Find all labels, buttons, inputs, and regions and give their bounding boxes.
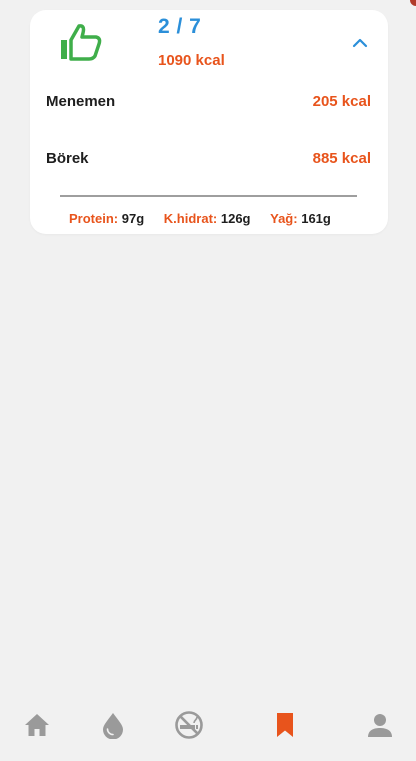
macro-value: 161g: [301, 211, 331, 226]
meal-summary-card: 2 / 7 1090 kcal Menemen 205 kcal Börek 8…: [30, 10, 388, 234]
meal-count: 2 / 7: [158, 15, 202, 38]
meal-name: Börek: [46, 150, 89, 167]
bookmark-icon: [277, 713, 293, 737]
meal-calories: 205 kcal: [312, 93, 371, 110]
home-icon: [25, 714, 49, 736]
water-drop-icon: [103, 713, 123, 739]
meal-row[interactable]: Börek 885 kcal: [46, 150, 371, 172]
person-icon: [368, 714, 392, 737]
total-calories: 1090 kcal: [158, 52, 225, 69]
meal-name: Menemen: [46, 93, 116, 110]
macro-summary: Protein: 97g K.hidrat: 126g Yağ: 161g: [69, 211, 331, 226]
nav-saved[interactable]: [265, 705, 305, 745]
macro-label: K.hidrat:: [163, 211, 218, 226]
no-smoking-icon: [175, 711, 203, 739]
thumbs-up-icon: [61, 24, 102, 61]
macro-carbs: K.hidrat: 126g: [164, 211, 251, 226]
meal-row[interactable]: Menemen 205 kcal: [46, 93, 371, 115]
meal-calories: 885 kcal: [312, 150, 371, 167]
nav-no-smoking[interactable]: [169, 705, 209, 745]
macro-label: Yağ:: [270, 211, 298, 226]
macro-label: Protein:: [69, 211, 119, 226]
corner-indicator: [410, 0, 416, 6]
bottom-navigation: [0, 705, 416, 761]
nav-profile[interactable]: [360, 705, 400, 745]
chevron-up-icon[interactable]: [350, 36, 370, 50]
macro-value: 97g: [121, 211, 145, 226]
macro-fat: Yağ: 161g: [270, 211, 331, 226]
macro-protein: Protein: 97g: [69, 211, 144, 226]
nav-home[interactable]: [17, 705, 57, 745]
screen: 2 / 7 1090 kcal Menemen 205 kcal Börek 8…: [0, 0, 416, 761]
nav-water[interactable]: [93, 705, 133, 745]
divider: [60, 195, 357, 197]
macro-value: 126g: [220, 211, 251, 226]
